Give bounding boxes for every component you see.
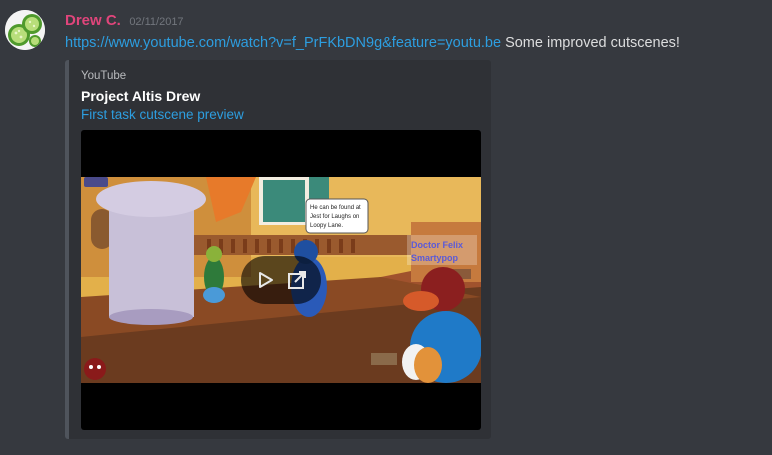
cucumber-avatar-icon [5,10,45,50]
message-header: Drew C. 02/11/2017 [65,12,184,30]
speech-line-1: He can be found at [310,205,361,211]
video-controls [241,256,321,304]
speech-line-2: Jest for Laughs on [310,214,359,220]
embed-provider[interactable]: YouTube [81,70,126,82]
embed-title[interactable]: Project Altis Drew [81,88,200,104]
username[interactable]: Drew C. [65,12,121,29]
speech-line-3: Loopy Lane. [310,223,343,229]
embed-description[interactable]: First task cutscene preview [81,107,244,122]
npc-name-line2: Smartypop [411,253,459,263]
message-content: https://www.youtube.com/watch?v=f_PrFKbD… [65,35,680,51]
npc-name-line1: Doctor Felix [411,240,463,250]
message-text: Some improved cutscenes! [501,35,680,51]
message-timestamp: 02/11/2017 [129,16,184,28]
youtube-embed: YouTube Project Altis Drew First task cu… [65,60,491,439]
video-player[interactable]: He can be found at Jest for Laughs on Lo… [81,130,481,430]
youtube-link[interactable]: https://www.youtube.com/watch?v=f_PrFKbD… [65,35,501,51]
play-icon[interactable] [253,268,277,292]
external-link-icon[interactable] [285,268,309,292]
user-avatar[interactable] [5,10,45,50]
